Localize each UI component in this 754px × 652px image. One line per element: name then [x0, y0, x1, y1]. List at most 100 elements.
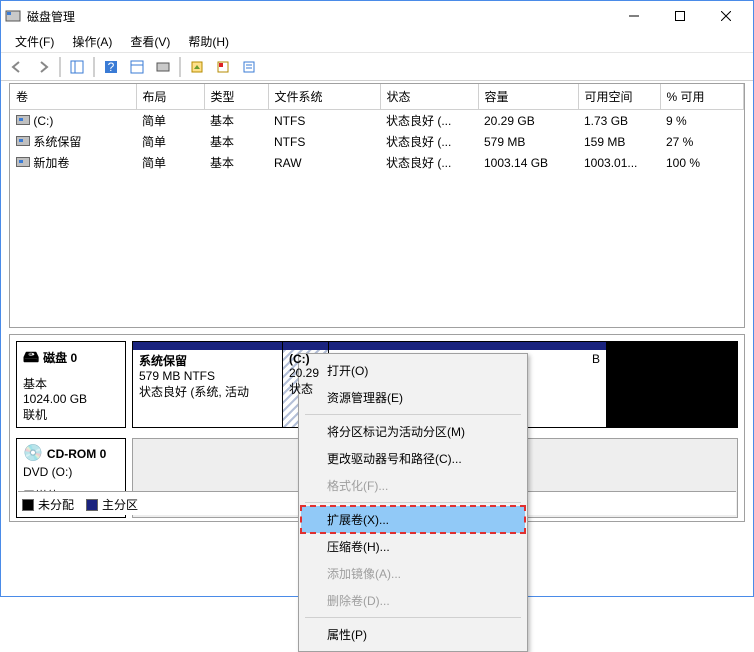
maximize-button[interactable]: [657, 1, 703, 31]
menu-view[interactable]: 查看(V): [122, 31, 178, 52]
unallocated-space[interactable]: [607, 342, 737, 427]
action-button-2[interactable]: [211, 56, 235, 78]
cell: 1.73 GB: [578, 110, 660, 132]
volume-icon: [16, 157, 30, 167]
cell: 基本: [204, 131, 268, 152]
menu-help[interactable]: 帮助(H): [180, 31, 237, 52]
col-capacity[interactable]: 容量: [478, 84, 578, 110]
partition-status: 状态良好 (系统, 活动: [139, 383, 276, 400]
partition-stripe: [133, 342, 282, 350]
volume-list-header[interactable]: 卷 布局 类型 文件系统 状态 容量 可用空间 % 可用: [10, 84, 744, 110]
col-layout[interactable]: 布局: [136, 84, 204, 110]
cell: 100 %: [660, 152, 744, 173]
cell: 简单: [136, 152, 204, 173]
cell: 状态良好 (...: [380, 110, 478, 132]
col-pctfree[interactable]: % 可用: [660, 84, 744, 110]
forward-button[interactable]: [31, 56, 55, 78]
ctx-mark-active[interactable]: 将分区标记为活动分区(M): [301, 418, 525, 445]
close-button[interactable]: [703, 1, 749, 31]
settings-button[interactable]: [125, 56, 149, 78]
context-menu: 打开(O) 资源管理器(E) 将分区标记为活动分区(M) 更改驱动器号和路径(C…: [298, 353, 528, 652]
disk-size: 1024.00 GB: [23, 392, 119, 406]
ctx-explorer[interactable]: 资源管理器(E): [301, 384, 525, 411]
ctx-extend[interactable]: 扩展卷(X)...: [301, 506, 525, 533]
partition-text: B: [335, 352, 600, 366]
toolbar: ?: [1, 53, 753, 81]
disk-icon: 🖴: [23, 349, 39, 366]
volume-row[interactable]: 新加卷 简单 基本 RAW 状态良好 (... 1003.14 GB 1003.…: [10, 152, 744, 173]
action-button-3[interactable]: [237, 56, 261, 78]
partition[interactable]: 系统保留 579 MB NTFS 状态良好 (系统, 活动: [133, 342, 283, 427]
disk-list-button[interactable]: [151, 56, 175, 78]
ctx-separator: [305, 617, 521, 618]
col-status[interactable]: 状态: [380, 84, 478, 110]
legend-unallocated: 未分配: [22, 496, 74, 513]
ctx-separator: [305, 414, 521, 415]
volume-icon: [16, 115, 30, 125]
cell: 状态良好 (...: [380, 152, 478, 173]
help-button[interactable]: ?: [99, 56, 123, 78]
disk-status: 联机: [23, 406, 119, 423]
partition-name: 系统保留: [139, 352, 276, 369]
disk-type: 基本: [23, 375, 119, 392]
back-button[interactable]: [5, 56, 29, 78]
partition-status: 状态: [289, 380, 322, 397]
ctx-shrink[interactable]: 压缩卷(H)...: [301, 533, 525, 560]
partition-name: (C:): [289, 352, 322, 366]
cell: 20.29 GB: [478, 110, 578, 132]
svg-text:?: ?: [108, 60, 115, 74]
cell: 状态良好 (...: [380, 131, 478, 152]
volume-list[interactable]: 卷 布局 类型 文件系统 状态 容量 可用空间 % 可用 (C:) 简单 基本 …: [9, 83, 745, 328]
ctx-separator: [305, 502, 521, 503]
partition-stripe: [329, 342, 606, 350]
col-free[interactable]: 可用空间: [578, 84, 660, 110]
toolbar-separator: [59, 57, 61, 77]
volume-row[interactable]: 系统保留 简单 基本 NTFS 状态良好 (... 579 MB 159 MB …: [10, 131, 744, 152]
partition-capacity: 579 MB NTFS: [139, 369, 276, 383]
cell: 159 MB: [578, 131, 660, 152]
cell: 9 %: [660, 110, 744, 132]
col-type[interactable]: 类型: [204, 84, 268, 110]
cell: RAW: [268, 152, 380, 173]
cell: 579 MB: [478, 131, 578, 152]
disk-line2: DVD (O:): [23, 465, 119, 479]
ctx-delete[interactable]: 删除卷(D)...: [301, 587, 525, 614]
cell: 1003.14 GB: [478, 152, 578, 173]
col-volume[interactable]: 卷: [10, 84, 136, 110]
legend-primary: 主分区: [86, 496, 138, 513]
col-fs[interactable]: 文件系统: [268, 84, 380, 110]
ctx-properties[interactable]: 属性(P): [301, 621, 525, 648]
minimize-button[interactable]: [611, 1, 657, 31]
cell: 简单: [136, 131, 204, 152]
menu-file[interactable]: 文件(F): [7, 31, 62, 52]
partition-stripe: [283, 342, 328, 350]
cell: 基本: [204, 152, 268, 173]
ctx-format[interactable]: 格式化(F)...: [301, 472, 525, 499]
toolbar-separator: [93, 57, 95, 77]
cell: NTFS: [268, 131, 380, 152]
ctx-add-mirror[interactable]: 添加镜像(A)...: [301, 560, 525, 587]
cell: 新加卷: [33, 156, 69, 170]
cell: 基本: [204, 110, 268, 132]
cell: 简单: [136, 110, 204, 132]
disk-header[interactable]: 🖴 磁盘 0 基本 1024.00 GB 联机: [16, 341, 126, 428]
window-title: 磁盘管理: [27, 8, 611, 25]
disk-name: CD-ROM 0: [47, 447, 106, 461]
partition-capacity: 20.29: [289, 366, 322, 380]
cell: 27 %: [660, 131, 744, 152]
show-hide-tree-button[interactable]: [65, 56, 89, 78]
action-button-1[interactable]: [185, 56, 209, 78]
cell: 系统保留: [33, 135, 81, 149]
cell: (C:): [33, 114, 53, 128]
toolbar-separator: [179, 57, 181, 77]
ctx-change-letter[interactable]: 更改驱动器号和路径(C)...: [301, 445, 525, 472]
cdrom-icon: 💿: [23, 445, 43, 462]
disk-name: 磁盘 0: [43, 351, 77, 365]
cell: NTFS: [268, 110, 380, 132]
title-bar: 磁盘管理: [1, 1, 753, 31]
cell: 1003.01...: [578, 152, 660, 173]
menu-action[interactable]: 操作(A): [64, 31, 120, 52]
volume-row[interactable]: (C:) 简单 基本 NTFS 状态良好 (... 20.29 GB 1.73 …: [10, 110, 744, 132]
menu-bar: 文件(F) 操作(A) 查看(V) 帮助(H): [1, 31, 753, 53]
app-icon: [5, 8, 21, 24]
